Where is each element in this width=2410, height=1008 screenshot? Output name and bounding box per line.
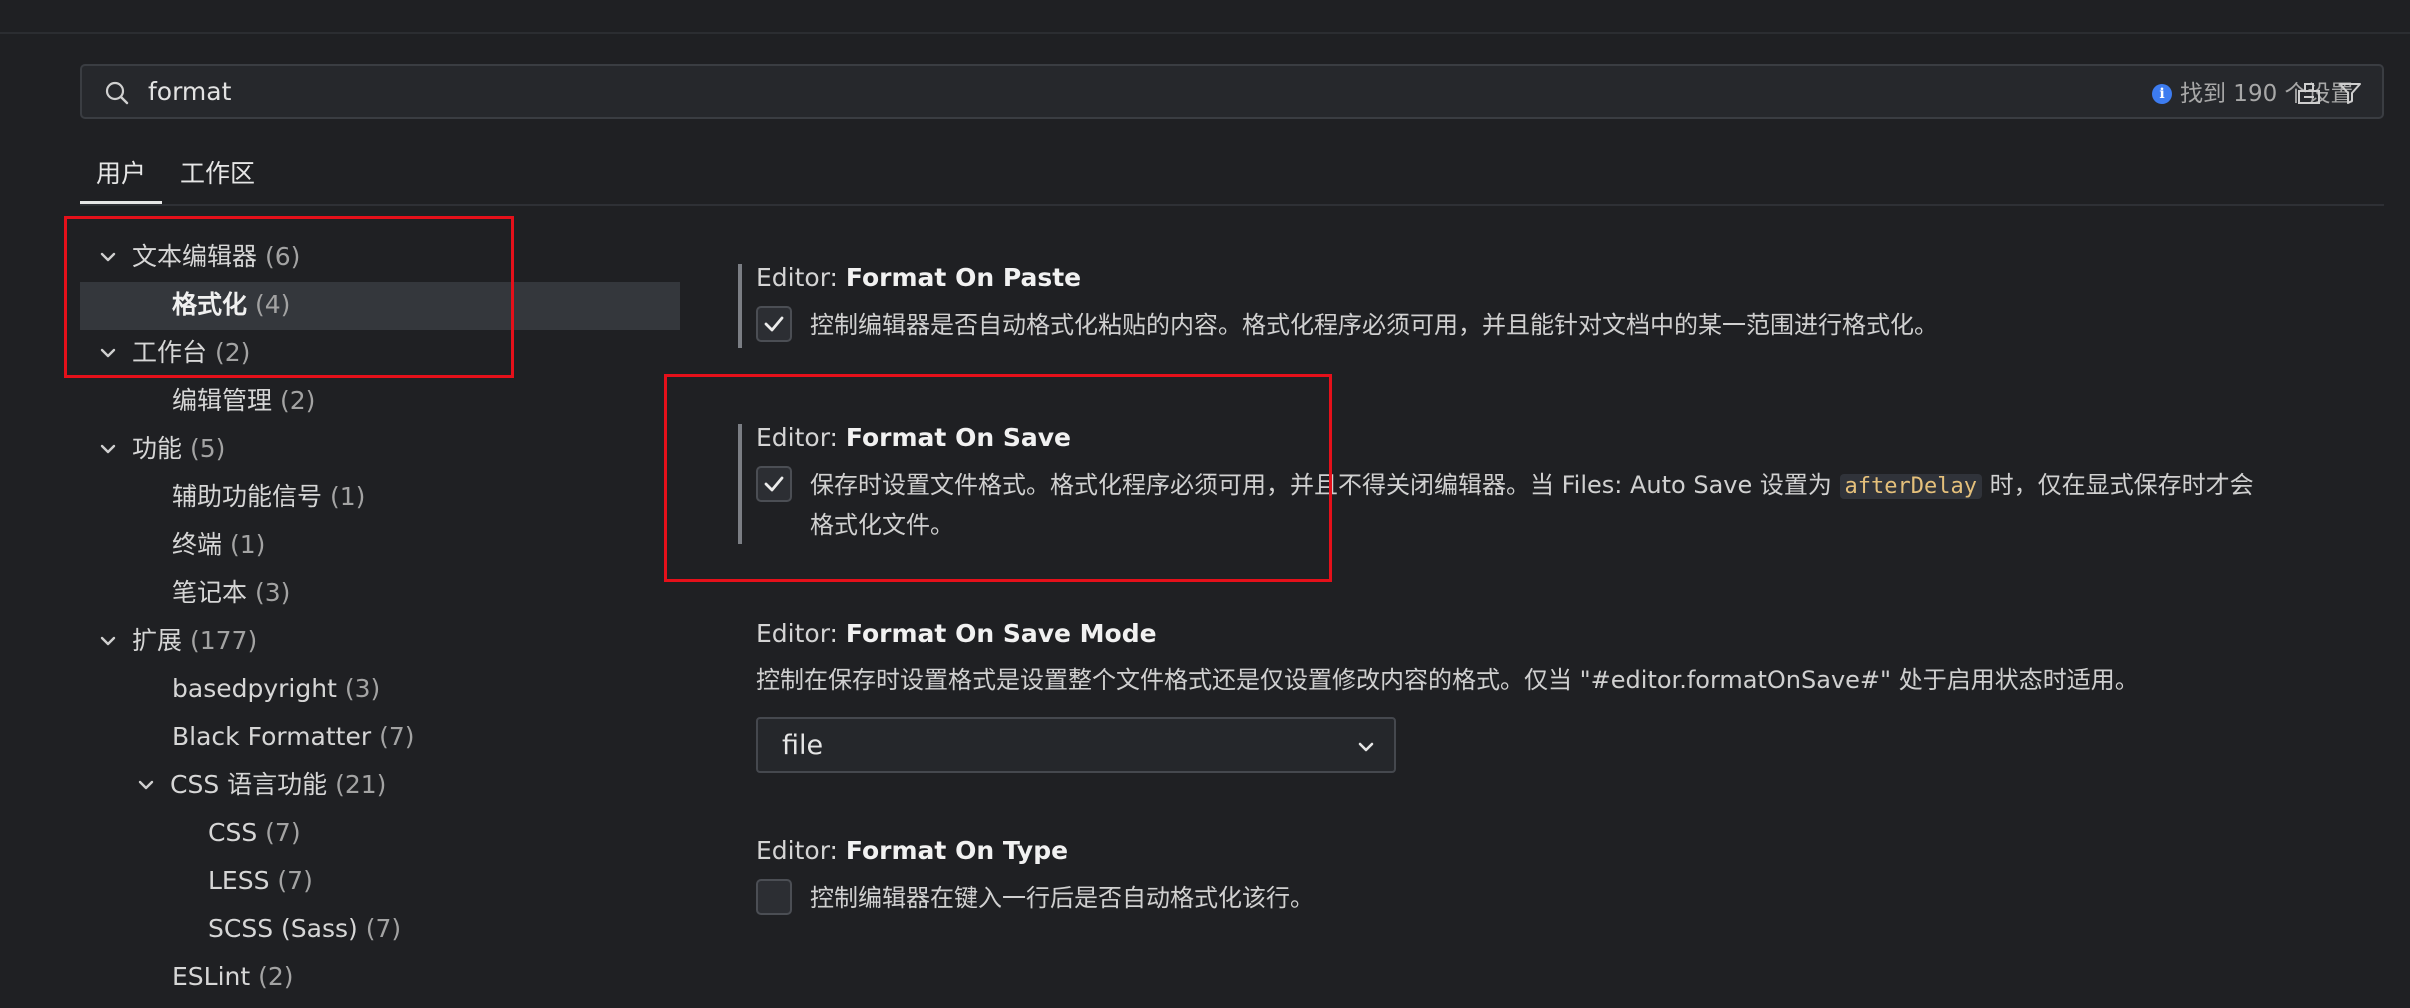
- filter-icon[interactable]: [2336, 79, 2364, 107]
- setting-category: Editor:: [756, 836, 846, 865]
- title-bar-strip: [0, 0, 2410, 34]
- chevron-down-icon: [138, 780, 154, 790]
- tree-item-label: 功能: [132, 434, 183, 463]
- setting-description: 控制编辑器在键入一行后是否自动格式化该行。: [810, 884, 1314, 912]
- setting-format-on-paste: Editor: Format On Paste: [756, 261, 1081, 295]
- tab-workspace[interactable]: 工作区: [164, 156, 271, 204]
- tree-item-scss[interactable]: SCSS (Sass) (7): [208, 906, 401, 954]
- tree-item-extensions[interactable]: 扩展 (177): [98, 618, 257, 666]
- setting-title: Editor: Format On Paste: [756, 261, 1081, 295]
- description-text: 时，仅在显式保存时才会: [1981, 471, 2254, 499]
- setting-title: Editor: Format On Type: [756, 834, 1068, 868]
- tree-item-label: LESS: [208, 866, 270, 895]
- tree-item-label: 终端: [172, 530, 223, 559]
- tree-item-label: SCSS (Sass): [208, 914, 358, 943]
- annotation-box-tree: [64, 216, 514, 378]
- result-count: i 找到 190 个设置: [2152, 78, 2354, 110]
- chevron-down-icon: [100, 636, 116, 646]
- setting-category: Editor:: [756, 619, 846, 648]
- tree-item-label: CSS 语言功能: [170, 770, 328, 799]
- format-on-save-mode-select[interactable]: file: [756, 717, 1396, 773]
- setting-format-on-type: Editor: Format On Type: [756, 834, 1068, 868]
- tree-item-label: ESLint: [172, 962, 251, 991]
- tree-item-label: 编辑管理: [172, 386, 273, 415]
- tree-item-notebook[interactable]: 笔记本 (3): [172, 570, 290, 618]
- tree-item-label: 辅助功能信号: [172, 482, 323, 511]
- info-icon: i: [2152, 84, 2172, 104]
- tree-item-accessibility-signals[interactable]: 辅助功能信号 (1): [172, 474, 365, 522]
- tree-item-count: (3): [344, 674, 381, 703]
- tree-item-label: 扩展: [132, 626, 183, 655]
- tree-item-count: (2): [258, 962, 294, 991]
- tree-item-count: (7): [277, 866, 313, 895]
- tree-item-count: (21): [335, 770, 387, 799]
- chevron-down-icon: [1358, 742, 1374, 752]
- tree-item-label: 笔记本: [172, 578, 248, 607]
- tree-item-terminal[interactable]: 终端 (1): [172, 522, 265, 570]
- setting-title: Editor: Format On Save Mode: [756, 617, 2139, 651]
- annotation-box-format-on-save: [664, 374, 1332, 582]
- clear-filter-icon[interactable]: [2295, 79, 2323, 107]
- tree-item-less[interactable]: LESS (7): [208, 858, 313, 906]
- tree-item-count: (5): [189, 434, 226, 463]
- tree-item-label: basedpyright: [172, 674, 337, 703]
- tree-item-count: (7): [379, 722, 415, 751]
- settings-search-box[interactable]: format i 找到 190 个设置: [80, 64, 2384, 119]
- tree-item-count: (7): [265, 818, 301, 847]
- tree-item-editor-management[interactable]: 编辑管理 (2): [172, 378, 315, 426]
- tree-item-count: (3): [254, 578, 291, 607]
- setting-description: 控制在保存时设置格式是设置整个文件格式还是仅设置修改内容的格式。仅当 "#edi…: [756, 666, 2139, 694]
- inline-code: afterDelay: [1839, 474, 1982, 499]
- tab-user[interactable]: 用户: [80, 156, 163, 204]
- search-icon: [105, 81, 129, 105]
- tree-item-black-formatter[interactable]: Black Formatter (7): [172, 714, 415, 762]
- tree-item-count: (7): [365, 914, 402, 943]
- checkmark-icon: [764, 316, 784, 332]
- setting-category: Editor:: [756, 263, 846, 292]
- scope-tabs: 用户 工作区: [80, 150, 2384, 206]
- setting-name: Format On Paste: [845, 263, 1082, 292]
- setting-format-on-save-mode: Editor: Format On Save Mode 控制在保存时设置格式是设…: [756, 617, 2139, 699]
- tree-item-basedpyright[interactable]: basedpyright (3): [172, 666, 380, 714]
- select-value: file: [782, 730, 824, 761]
- tree-item-label: Black Formatter: [172, 722, 372, 751]
- modified-indicator-bar: [738, 264, 742, 348]
- tree-item-features[interactable]: 功能 (5): [98, 426, 225, 474]
- result-count-text: 找到 190 个设置: [2180, 81, 2354, 107]
- tree-item-count: (1): [229, 530, 266, 559]
- setting-name: Format On Type: [845, 836, 1069, 865]
- tree-item-css-language-features[interactable]: CSS 语言功能 (21): [136, 762, 386, 810]
- tree-item-count: (177): [189, 626, 258, 655]
- tree-item-eslint[interactable]: ESLint (2): [172, 954, 294, 1002]
- chevron-down-icon: [100, 444, 116, 454]
- tree-item-css[interactable]: CSS (7): [208, 810, 301, 858]
- search-input[interactable]: format: [148, 76, 231, 108]
- format-on-paste-checkbox[interactable]: [756, 306, 792, 342]
- format-on-type-checkbox[interactable]: [756, 879, 792, 915]
- tree-item-count: (2): [279, 386, 316, 415]
- tree-item-label: CSS: [208, 818, 258, 847]
- setting-description: 控制编辑器是否自动格式化粘贴的内容。格式化程序必须可用，并且能针对文档中的某一范…: [810, 311, 1938, 339]
- setting-name: Format On Save Mode: [845, 619, 1157, 648]
- tree-item-count: (1): [329, 482, 366, 511]
